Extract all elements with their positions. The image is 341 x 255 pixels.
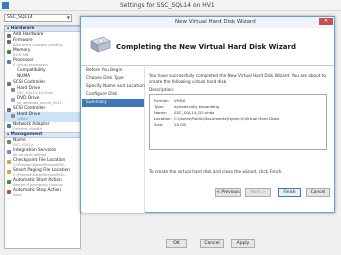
tree-item-sub: 8192 MB <box>13 53 29 57</box>
wizard-titlebar: New Virtual Hard Disk Wizard ✕ <box>81 17 334 28</box>
settings-window-title: Settings for SSC_SQL14 on HV1 <box>120 2 215 9</box>
tree-item-sub: Save <box>13 193 22 197</box>
tree-item-sub: Restart if previously running <box>13 183 63 187</box>
tree-item-automatic-start[interactable]: Automatic Start Action Restart if previo… <box>5 178 80 188</box>
hard-drive-icon <box>11 88 15 92</box>
tree-item-sub: en_windows_server_2012... <box>17 101 66 105</box>
wizard-banner: Completing the New Virtual Hard Disk Wiz… <box>81 28 334 66</box>
hard-disk-icon <box>90 36 111 53</box>
description-value: 20 GB <box>174 122 186 127</box>
tree-item-firmware[interactable]: Firmware Boot entry changes pending <box>5 38 80 48</box>
processor-icon <box>7 60 11 64</box>
folder-icon <box>7 160 11 164</box>
step-summary[interactable]: Summary <box>82 99 144 107</box>
description-label: Description: <box>149 87 175 92</box>
tree-header-label: Hardware <box>10 26 35 31</box>
finish-instruction-text: To create the virtual hard disk and clos… <box>149 169 283 174</box>
cancel-button[interactable]: Cancel <box>200 239 224 248</box>
hard-drive-icon <box>11 114 15 118</box>
step-configure-disk[interactable]: Configure Disk <box>82 91 144 99</box>
start-action-icon <box>7 180 11 184</box>
dvd-drive-icon <box>11 98 15 102</box>
tree-item-sub: SSC_SQL14_E1.vhdx <box>17 91 53 95</box>
previous-button[interactable]: < Previous <box>215 188 241 197</box>
apply-button[interactable]: Apply <box>231 239 255 248</box>
finish-button[interactable]: Finish <box>278 188 301 197</box>
step-before-you-begin[interactable]: Before You Begin <box>82 67 144 75</box>
wizard-steps-nav: Before You Begin Choose Disk Type Specif… <box>82 67 145 213</box>
tree-item-checkpoint-file-location[interactable]: Checkpoint File Location C:\ProgramData\… <box>5 158 80 168</box>
next-button[interactable]: Next > <box>245 188 271 197</box>
tree-item-sub: External vSwitch <box>13 127 43 131</box>
tree-item-hard-drive[interactable]: Hard Drive SSC_SQL14_E1.vhdx <box>5 86 80 96</box>
tree-item-smart-paging[interactable]: Smart Paging File Location C:\ProgramDat… <box>5 168 80 178</box>
tree-item-automatic-stop[interactable]: Automatic Stop Action Save <box>5 188 80 198</box>
wizard-summary-content: You have successfully completed the New … <box>149 73 331 150</box>
settings-tree: ▴ Hardware Add Hardware Firmware Boot en… <box>4 25 81 249</box>
tree-item-sub: Boot entry changes pending <box>13 43 63 47</box>
ok-button[interactable]: OK <box>166 239 187 248</box>
wizard-title: New Virtual Hard Disk Wizard <box>175 19 256 25</box>
description-key: Size: <box>154 122 164 127</box>
tree-item-network-adapter[interactable]: Network Adapter External vSwitch <box>5 122 80 132</box>
memory-icon <box>7 50 11 54</box>
description-value: C:\Users\Public\Documents\Hyper-V\Virtua… <box>174 116 280 121</box>
tree-item-sub: C:\ProgramData\Microsoft\Wi... <box>13 173 67 177</box>
tree-item-sub: SSC_SQL14 <box>13 143 34 147</box>
tree-item-memory[interactable]: Memory 8192 MB <box>5 48 80 58</box>
step-specify-name-location[interactable]: Specify Name and Location <box>82 83 145 91</box>
close-icon[interactable]: ✕ <box>319 18 333 25</box>
tree-item-sub: C:\ProgramData\Microsoft\Wi... <box>13 163 67 167</box>
tree-item-integration-services[interactable]: Integration Services All services offere… <box>5 148 80 158</box>
vm-selector-value: SSC_SQL14 <box>7 15 33 20</box>
step-choose-disk-type[interactable]: Choose Disk Type <box>82 75 144 83</box>
firmware-icon <box>7 40 11 44</box>
description-row-size: Size: 20 GB <box>154 122 322 128</box>
tree-item-sub: <file> <box>17 117 29 121</box>
wizard-cancel-button[interactable]: Cancel <box>306 188 330 197</box>
tree-item-sub: All services offered <box>13 153 47 157</box>
network-adapter-icon <box>7 124 11 128</box>
integration-services-icon <box>7 150 11 154</box>
hyper-v-icon <box>2 2 9 9</box>
tree-item-processor[interactable]: Processor 4 Virtual processors <box>5 58 80 68</box>
chevron-down-icon: ▼ <box>66 15 70 20</box>
name-icon <box>7 140 11 144</box>
folder-icon <box>7 170 11 174</box>
tree-item-name[interactable]: Name SSC_SQL14 <box>5 138 80 148</box>
tree-item-dvd-drive[interactable]: DVD Drive en_windows_server_2012... <box>5 96 80 106</box>
tree-item-hard-drive-new[interactable]: Hard Drive <file> <box>5 112 80 122</box>
vm-selector[interactable]: SSC_SQL14 ▼ <box>4 14 72 22</box>
new-vhd-wizard-dialog: New Virtual Hard Disk Wizard ✕ Completin… <box>80 16 335 213</box>
wizard-heading: Completing the New Virtual Hard Disk Wiz… <box>116 43 296 51</box>
stop-action-icon <box>7 190 11 194</box>
summary-intro-text: You have successfully completed the New … <box>149 73 326 84</box>
description-box[interactable]: Format: VHDX Type: dynamically expanding… <box>149 94 327 150</box>
tree-item-sub: 4 Virtual processors <box>13 63 48 67</box>
settings-titlebar: Settings for SSC_SQL14 on HV1 <box>0 0 341 11</box>
tree-header-label: Management <box>10 132 43 137</box>
